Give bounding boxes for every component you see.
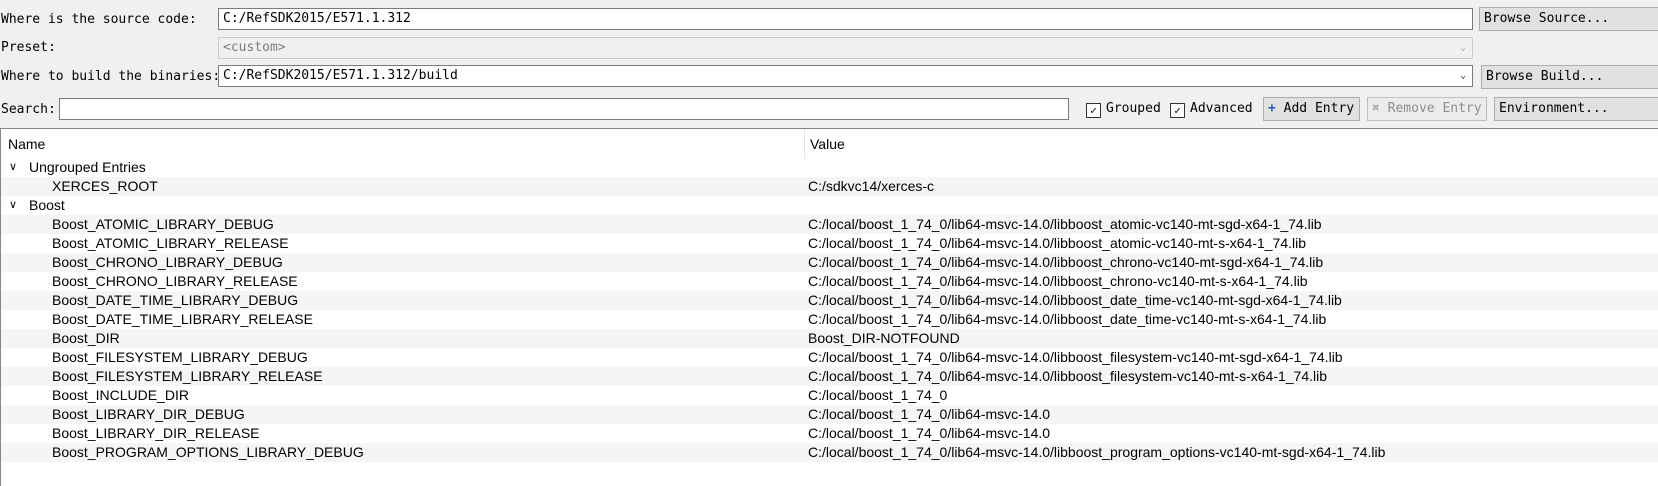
browse-build-button[interactable]: Browse Build... <box>1481 65 1658 89</box>
table-row[interactable]: Boost_CHRONO_LIBRARY_RELEASE C:/local/bo… <box>1 272 1658 291</box>
remove-entry-button[interactable]: ✖ Remove Entry <box>1367 97 1487 121</box>
entry-name: Boost_PROGRAM_OPTIONS_LIBRARY_DEBUG <box>52 444 364 460</box>
entry-value[interactable]: C:/local/boost_1_74_0/lib64-msvc-14.0/li… <box>808 291 1342 310</box>
table-row[interactable]: Boost_ATOMIC_LIBRARY_DEBUG C:/local/boos… <box>1 215 1658 234</box>
table-row[interactable]: Boost_LIBRARY_DIR_RELEASE C:/local/boost… <box>1 424 1658 443</box>
entry-name: Boost_DATE_TIME_LIBRARY_RELEASE <box>52 311 313 327</box>
advanced-label: Advanced <box>1190 101 1253 116</box>
name-column-header[interactable]: Name <box>8 136 45 152</box>
entry-value[interactable]: C:/local/boost_1_74_0/lib64-msvc-14.0/li… <box>808 443 1385 462</box>
chevron-down-icon[interactable]: ∨ <box>9 196 17 215</box>
value-column-header[interactable]: Value <box>810 136 845 152</box>
entry-name: Boost_FILESYSTEM_LIBRARY_RELEASE <box>52 368 323 384</box>
table-row[interactable]: Boost_DATE_TIME_LIBRARY_RELEASE C:/local… <box>1 310 1658 329</box>
group-row[interactable]: ∨ Ungrouped Entries <box>1 158 1658 177</box>
entry-value[interactable]: C:/local/boost_1_74_0/lib64-msvc-14.0/li… <box>808 310 1326 329</box>
search-input[interactable] <box>59 98 1069 120</box>
entry-value[interactable]: C:/local/boost_1_74_0/lib64-msvc-14.0 <box>808 424 1050 443</box>
entry-value[interactable]: Boost_DIR-NOTFOUND <box>808 329 960 348</box>
build-label: Where to build the binaries: <box>1 69 221 84</box>
add-entry-label: Add Entry <box>1283 101 1355 116</box>
entry-name: Boost_CHRONO_LIBRARY_RELEASE <box>52 273 298 289</box>
tree-header: Name Value <box>1 129 1658 161</box>
chevron-down-icon: ⌄ <box>1459 42 1466 53</box>
table-row[interactable]: Boost_INCLUDE_DIR C:/local/boost_1_74_0 <box>1 386 1658 405</box>
checkmark-icon[interactable]: ✓ <box>1086 103 1101 118</box>
preset-combo: <custom> ⌄ <box>218 37 1473 59</box>
entry-value[interactable]: C:/local/boost_1_74_0 <box>808 386 947 405</box>
source-label: Where is the source code: <box>1 12 197 27</box>
entry-name: Boost_DIR <box>52 330 120 346</box>
entry-name: Boost_ATOMIC_LIBRARY_DEBUG <box>52 216 274 232</box>
table-row[interactable]: Boost_DIR Boost_DIR-NOTFOUND <box>1 329 1658 348</box>
chevron-down-icon[interactable]: ∨ <box>9 158 17 177</box>
table-row[interactable]: Boost_DATE_TIME_LIBRARY_DEBUG C:/local/b… <box>1 291 1658 310</box>
group-name: Ungrouped Entries <box>29 159 146 175</box>
entry-name: Boost_INCLUDE_DIR <box>52 387 189 403</box>
table-row[interactable]: Boost_FILESYSTEM_LIBRARY_DEBUG C:/local/… <box>1 348 1658 367</box>
entry-name: Boost_LIBRARY_DIR_DEBUG <box>52 406 245 422</box>
build-path-combo[interactable]: C:/RefSDK2015/E571.1.312/build ⌄ <box>218 65 1473 87</box>
entry-value[interactable]: C:/local/boost_1_74_0/lib64-msvc-14.0/li… <box>808 215 1322 234</box>
remove-icon: ✖ <box>1372 101 1380 116</box>
entry-value[interactable]: C:/local/boost_1_74_0/lib64-msvc-14.0/li… <box>808 234 1306 253</box>
entry-name: Boost_ATOMIC_LIBRARY_RELEASE <box>52 235 289 251</box>
cache-entries-tree[interactable]: Name Value ∨ Ungrouped Entries XERCES_RO… <box>0 128 1658 486</box>
entry-value[interactable]: C:/local/boost_1_74_0/lib64-msvc-14.0/li… <box>808 253 1323 272</box>
group-name: Boost <box>29 197 65 213</box>
entry-name: Boost_CHRONO_LIBRARY_DEBUG <box>52 254 283 270</box>
entry-value[interactable]: C:/local/boost_1_74_0/lib64-msvc-14.0/li… <box>808 348 1343 367</box>
entry-value[interactable]: C:/local/boost_1_74_0/lib64-msvc-14.0 <box>808 405 1050 424</box>
preset-label: Preset: <box>1 40 56 55</box>
column-divider[interactable] <box>804 129 805 159</box>
browse-source-button[interactable]: Browse Source... <box>1479 7 1658 31</box>
environment-button[interactable]: Environment... <box>1494 97 1658 121</box>
table-row[interactable]: Boost_ATOMIC_LIBRARY_RELEASE C:/local/bo… <box>1 234 1658 253</box>
grouped-checkbox[interactable]: ✓ Grouped <box>1086 100 1161 118</box>
checkmark-icon[interactable]: ✓ <box>1170 103 1185 118</box>
group-row[interactable]: ∨ Boost <box>1 196 1658 215</box>
table-row[interactable]: Boost_PROGRAM_OPTIONS_LIBRARY_DEBUG C:/l… <box>1 443 1658 462</box>
table-row[interactable]: XERCES_ROOT C:/sdkvc14/xerces-c <box>1 177 1658 196</box>
entry-name: XERCES_ROOT <box>52 178 158 194</box>
entry-name: Boost_DATE_TIME_LIBRARY_DEBUG <box>52 292 299 308</box>
table-row[interactable]: Boost_FILESYSTEM_LIBRARY_RELEASE C:/loca… <box>1 367 1658 386</box>
add-entry-button[interactable]: + Add Entry <box>1263 97 1360 121</box>
entry-value[interactable]: C:/sdkvc14/xerces-c <box>808 177 934 196</box>
plus-icon: + <box>1268 101 1276 116</box>
entry-value[interactable]: C:/local/boost_1_74_0/lib64-msvc-14.0/li… <box>808 367 1327 386</box>
entry-name: Boost_LIBRARY_DIR_RELEASE <box>52 425 260 441</box>
advanced-checkbox[interactable]: ✓ Advanced <box>1170 100 1253 118</box>
source-path-input[interactable]: C:/RefSDK2015/E571.1.312 <box>218 8 1473 30</box>
chevron-down-icon[interactable]: ⌄ <box>1460 66 1466 86</box>
table-row[interactable]: Boost_LIBRARY_DIR_DEBUG C:/local/boost_1… <box>1 405 1658 424</box>
table-row[interactable]: Boost_CHRONO_LIBRARY_DEBUG C:/local/boos… <box>1 253 1658 272</box>
preset-value: <custom> <box>223 40 286 55</box>
search-label: Search: <box>1 102 56 117</box>
entry-value[interactable]: C:/local/boost_1_74_0/lib64-msvc-14.0/li… <box>808 272 1308 291</box>
build-path-value: C:/RefSDK2015/E571.1.312/build <box>223 68 458 83</box>
entry-name: Boost_FILESYSTEM_LIBRARY_DEBUG <box>52 349 308 365</box>
remove-entry-label: Remove Entry <box>1387 101 1482 116</box>
grouped-label: Grouped <box>1106 101 1161 116</box>
